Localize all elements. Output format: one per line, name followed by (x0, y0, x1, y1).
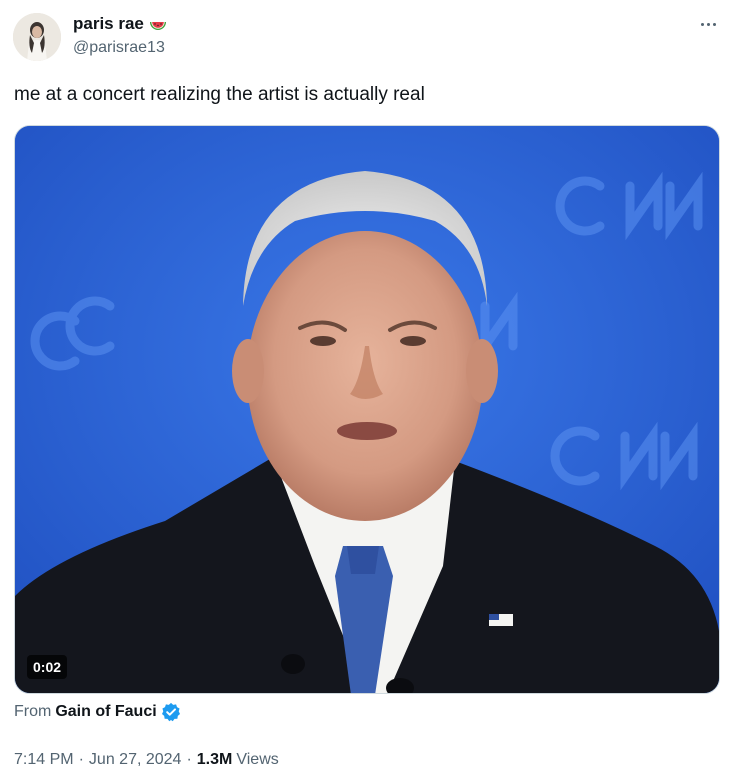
source-prefix: From (14, 703, 52, 720)
author-handle[interactable]: @parisrae13 (73, 38, 165, 58)
watermelon-icon (149, 15, 167, 33)
verified-badge-icon (161, 702, 181, 722)
avatar-image (13, 13, 61, 61)
video-source: From Gain of Fauci (14, 701, 181, 723)
meta-separator: · (186, 751, 192, 768)
video-player[interactable]: 0:02 (14, 125, 720, 694)
dot-icon (706, 22, 710, 26)
avatar[interactable] (13, 13, 61, 61)
tweet-meta: 7:14 PM · Jun 27, 2024 · 1.3M Views (14, 750, 279, 770)
more-options-icon[interactable] (697, 14, 719, 34)
views-count[interactable]: 1.3M (197, 750, 233, 770)
display-name[interactable]: paris rae (73, 14, 144, 34)
dot-icon (700, 22, 704, 26)
video-frame (15, 126, 719, 693)
tweet-date[interactable]: Jun 27, 2024 (89, 750, 182, 770)
source-account-link[interactable]: Gain of Fauci (55, 701, 156, 723)
views-label[interactable]: Views (236, 750, 278, 770)
dot-icon (712, 22, 716, 26)
tweet-card: paris rae @parisrae13 me at a concert re… (0, 0, 733, 779)
tweet-time[interactable]: 7:14 PM (14, 750, 74, 770)
meta-separator: · (78, 751, 84, 768)
tweet-text: me at a concert realizing the artist is … (14, 84, 425, 105)
author-name-row[interactable]: paris rae (73, 14, 167, 34)
video-duration-badge: 0:02 (27, 655, 68, 679)
